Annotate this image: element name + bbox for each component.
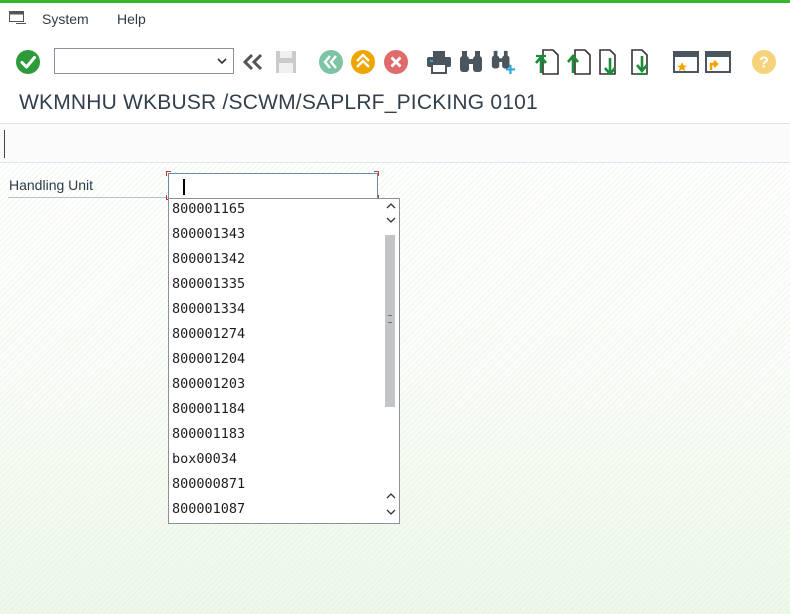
first-page-button[interactable] [534,49,560,75]
create-session-button[interactable] [673,49,699,75]
find-icon [460,51,482,72]
help-button[interactable]: ? [751,49,777,75]
list-item[interactable]: 800001342 [172,251,245,267]
exit-icon [351,50,375,74]
next-page-icon [599,49,616,75]
chevron-down-icon[interactable] [217,56,227,66]
save-icon [276,51,296,73]
menu-system[interactable]: System [42,11,89,27]
list-item[interactable]: 800001183 [172,426,245,442]
handling-unit-label: Handling Unit [9,177,94,193]
back-button[interactable] [318,49,344,75]
list-item[interactable]: 800001204 [172,351,245,367]
scroll-page-down-button[interactable] [383,505,399,519]
find-button[interactable] [458,49,484,75]
dropdown-scrollbar[interactable] [383,199,399,523]
list-item[interactable]: box00034 [172,451,237,467]
generate-shortcut-button[interactable] [705,49,731,75]
list-item[interactable]: 800001335 [172,276,245,292]
chevron-up-icon [386,493,396,499]
chevron-up-icon [386,203,396,209]
scroll-up-button[interactable] [383,199,399,213]
scrollbar-thumb[interactable] [385,235,395,407]
save-button[interactable] [273,49,299,75]
list-item[interactable]: 800001184 [172,401,245,417]
enter-icon [16,50,40,74]
chevron-down-icon [386,509,396,515]
create-session-icon [673,51,699,73]
previous-page-button[interactable] [566,49,592,75]
last-page-button[interactable] [630,49,656,75]
back-icon [319,50,343,74]
list-item[interactable]: 800001274 [172,326,245,342]
focus-corner-tr [374,171,379,176]
title-bar: WKMNHU WKBUSR /SCWM/SAPLRF_PICKING 0101 [0,89,790,123]
last-page-icon [631,49,648,75]
first-page-icon [535,49,559,75]
value-history-dropdown[interactable]: 800001165 800001343 800001342 800001335 … [168,198,400,524]
page-title: WKMNHU WKBUSR /SCWM/SAPLRF_PICKING 0101 [19,91,538,114]
scroll-page-up-button[interactable] [383,489,399,503]
list-item[interactable]: 800001334 [172,301,245,317]
find-next-icon [491,50,516,75]
print-icon [427,51,451,74]
back-arrows-icon [242,53,263,71]
generate-shortcut-icon [705,51,731,73]
cancel-button[interactable] [383,49,409,75]
application-toolbar [0,123,790,163]
back-arrows-button[interactable] [240,49,266,75]
focus-corner-tl [166,171,171,176]
screen-content: Handling Unit 800001165 800001343 800001… [0,163,790,614]
next-page-button[interactable] [598,49,624,75]
list-item[interactable]: 800001165 [172,201,245,217]
exit-button[interactable] [350,49,376,75]
chevron-down-icon [386,217,396,223]
svg-text:?: ? [759,55,769,72]
menu-bar: System Help [0,3,790,35]
grip-icon [388,315,392,323]
list-item[interactable]: 800001203 [172,376,245,392]
help-icon: ? [752,50,776,74]
label-underline [8,197,168,198]
enter-button[interactable] [15,49,41,75]
list-item[interactable]: 800000871 [172,476,245,492]
list-item[interactable]: 800001343 [172,226,245,242]
toolbar-separator [4,130,5,158]
text-cursor [183,179,185,195]
command-field[interactable] [54,48,234,74]
list-item[interactable]: 800001087 [172,501,245,517]
cancel-icon [384,50,408,74]
menu-help[interactable]: Help [117,11,146,27]
handling-unit-input[interactable] [168,173,378,199]
menu-icon[interactable] [9,11,27,25]
standard-toolbar: ? [0,35,790,89]
print-button[interactable] [426,49,452,75]
find-next-button[interactable] [490,49,516,75]
scroll-down-button[interactable] [383,213,399,227]
previous-page-icon [567,49,591,75]
